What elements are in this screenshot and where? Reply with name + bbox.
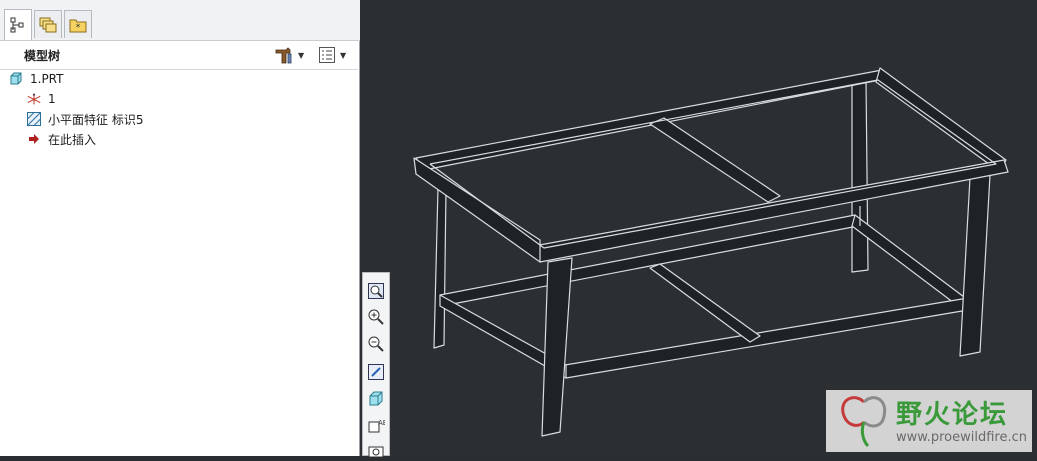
insert-here-arrow-icon — [26, 131, 42, 147]
zoom-in-button[interactable] — [366, 307, 386, 327]
shading-style-icon — [369, 391, 383, 406]
model-tree-tab-icon — [10, 17, 24, 33]
tree-item-part[interactable]: 1.PRT — [8, 70, 63, 88]
repaint-button[interactable] — [366, 362, 386, 382]
watermark: 野火论坛 www.proewildfire.cn — [826, 390, 1032, 452]
repaint-icon — [368, 364, 384, 380]
saved-views-icon: AB — [368, 419, 385, 433]
part-icon — [8, 71, 24, 87]
zoom-out-button[interactable] — [366, 334, 386, 354]
zoom-out-icon — [368, 336, 384, 352]
tree-item-label: 1 — [48, 92, 56, 106]
shading-style-button[interactable] — [366, 389, 386, 409]
tree-item-label: 在此插入 — [48, 132, 97, 147]
layers-tab-icon — [39, 17, 57, 32]
watermark-logo-icon — [841, 396, 887, 448]
tree-item-insert-here[interactable]: 在此插入 — [26, 130, 96, 148]
svg-text:AB: AB — [378, 419, 385, 427]
tree-item-csys[interactable]: 1 — [26, 90, 56, 108]
tree-item-facet-feature[interactable]: 小平面特征 标识5 — [26, 110, 143, 128]
tree-columns-icon — [319, 47, 335, 63]
tab-model-tree[interactable] — [4, 9, 32, 40]
refit-zoom-icon — [368, 283, 384, 299]
model-tree-header: 模型树 ▼ ▼ — [0, 41, 358, 70]
csys-icon — [26, 91, 42, 107]
tree-columns-button[interactable]: ▼ — [318, 45, 346, 65]
svg-text:*: * — [76, 23, 81, 33]
graphics-viewport[interactable] — [360, 0, 1037, 456]
folder-browser-tab-icon: * — [69, 19, 87, 33]
panel-title: 模型树 — [24, 49, 61, 63]
model-tree-panel: * 模型树 ▼ ▼ 1.PRT 1 小平面特征 标识5 在此插入 — [0, 0, 360, 456]
tree-settings-button[interactable]: ▼ — [274, 45, 304, 65]
zoom-in-icon — [368, 309, 384, 325]
watermark-url: www.proewildfire.cn — [896, 430, 1027, 445]
tree-item-label: 1.PRT — [30, 72, 64, 86]
table-frame-model — [413, 67, 1009, 437]
chevron-down-icon: ▼ — [340, 50, 347, 60]
facet-feature-icon — [26, 111, 42, 127]
view-manager-button[interactable] — [366, 441, 386, 461]
panel-tab-bar: * — [0, 0, 360, 41]
view-toolbar: AB — [362, 272, 390, 458]
tree-settings-icon — [275, 47, 292, 64]
chevron-down-icon: ▼ — [298, 50, 305, 60]
tree-item-label: 小平面特征 标识5 — [48, 112, 144, 127]
watermark-title: 野火论坛 — [896, 400, 1009, 430]
tab-layers[interactable] — [34, 10, 62, 38]
saved-views-button[interactable]: AB — [366, 416, 386, 436]
refit-button[interactable] — [366, 281, 386, 301]
tab-folder-browser[interactable]: * — [64, 10, 92, 38]
